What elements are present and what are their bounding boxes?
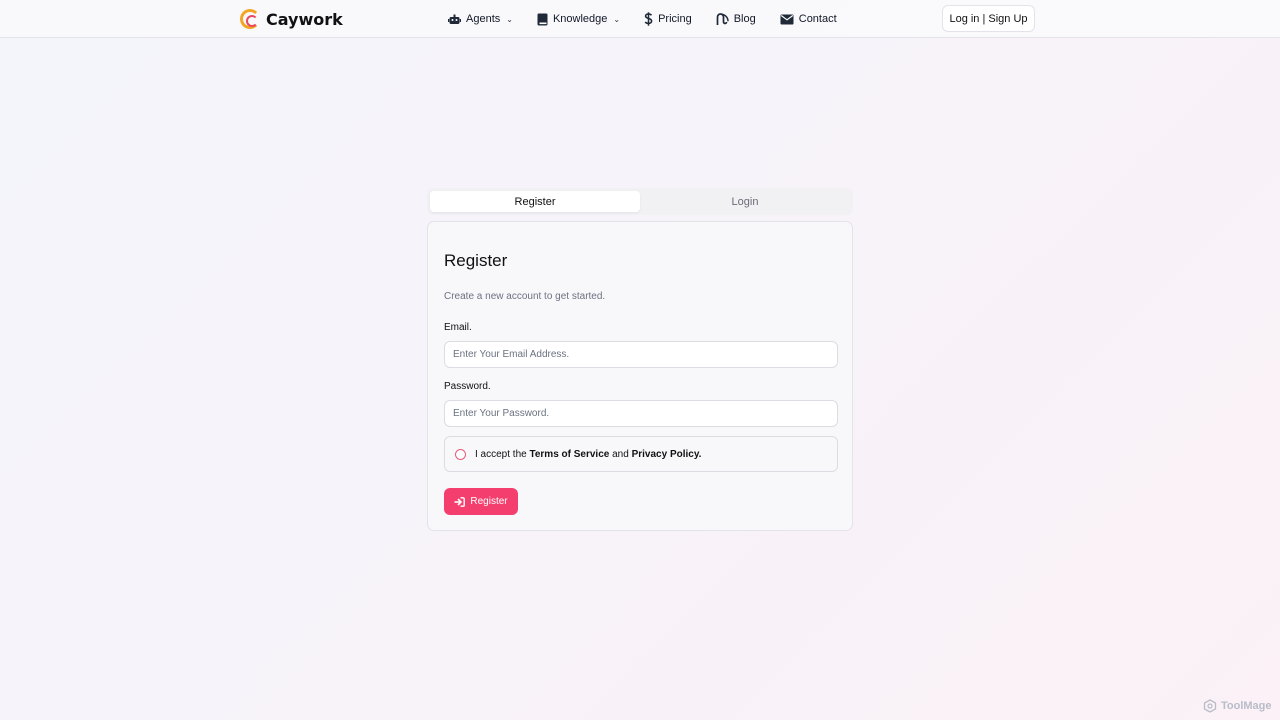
toolmage-watermark: ToolMage bbox=[1203, 699, 1272, 713]
privacy-policy-link[interactable]: Privacy Policy. bbox=[632, 449, 702, 460]
login-signup-button[interactable]: Log in | Sign Up bbox=[942, 5, 1035, 32]
password-label: Password. bbox=[444, 381, 491, 392]
nav-item-knowledge[interactable]: Knowledge ⌄ bbox=[537, 13, 620, 26]
chevron-down-icon: ⌄ bbox=[506, 14, 513, 24]
terms-box: I accept the Terms of Service and Privac… bbox=[444, 436, 838, 472]
watermark-text: ToolMage bbox=[1221, 700, 1272, 712]
password-field[interactable] bbox=[444, 400, 838, 427]
accept-terms-radio[interactable] bbox=[455, 448, 466, 460]
nav-item-blog[interactable]: Blog bbox=[716, 12, 756, 26]
book-icon bbox=[537, 13, 548, 25]
register-card: Register Create a new account to get sta… bbox=[427, 221, 853, 531]
main-nav: Agents ⌄ Knowledge ⌄ Pricing Blog Contac… bbox=[448, 0, 861, 38]
brand-name: Caywork bbox=[266, 9, 343, 29]
nav-label-agents: Agents bbox=[466, 13, 501, 25]
email-field[interactable] bbox=[444, 341, 838, 368]
tab-login[interactable]: Login bbox=[640, 191, 850, 212]
nav-label-knowledge: Knowledge bbox=[552, 13, 608, 25]
nav-item-pricing[interactable]: Pricing bbox=[644, 12, 692, 26]
nav-label-pricing: Pricing bbox=[658, 13, 692, 25]
sign-in-icon bbox=[454, 496, 466, 507]
terms-of-service-link[interactable]: Terms of Service bbox=[529, 449, 609, 460]
terms-and-text: and bbox=[612, 448, 629, 460]
auth-tabs: Register Login bbox=[427, 188, 853, 215]
register-button-label: Register bbox=[470, 496, 508, 507]
nav-label-contact: Contact bbox=[798, 13, 837, 25]
brand-logo[interactable]: Caywork bbox=[240, 8, 343, 30]
register-button[interactable]: Register bbox=[444, 488, 518, 515]
dollar-icon bbox=[644, 12, 653, 26]
robot-icon bbox=[448, 14, 461, 24]
toolmage-logo-icon bbox=[1203, 699, 1217, 713]
form-title: Register bbox=[444, 251, 508, 270]
chevron-down-icon: ⌄ bbox=[613, 14, 621, 24]
form-subtitle: Create a new account to get started. bbox=[444, 291, 606, 302]
terms-prefix: I accept the bbox=[475, 448, 527, 460]
nav-label-blog: Blog bbox=[733, 13, 756, 25]
tab-register[interactable]: Register bbox=[430, 191, 640, 212]
top-navbar: Caywork Agents ⌄ Knowledge ⌄ Pricing Blo… bbox=[0, 0, 1280, 38]
email-label: Email. bbox=[444, 322, 472, 333]
nav-item-contact[interactable]: Contact bbox=[780, 13, 837, 25]
nav-item-agents[interactable]: Agents ⌄ bbox=[448, 13, 513, 25]
caywork-logo-icon bbox=[240, 9, 260, 29]
blog-icon bbox=[716, 12, 729, 25]
envelope-icon bbox=[780, 14, 794, 24]
